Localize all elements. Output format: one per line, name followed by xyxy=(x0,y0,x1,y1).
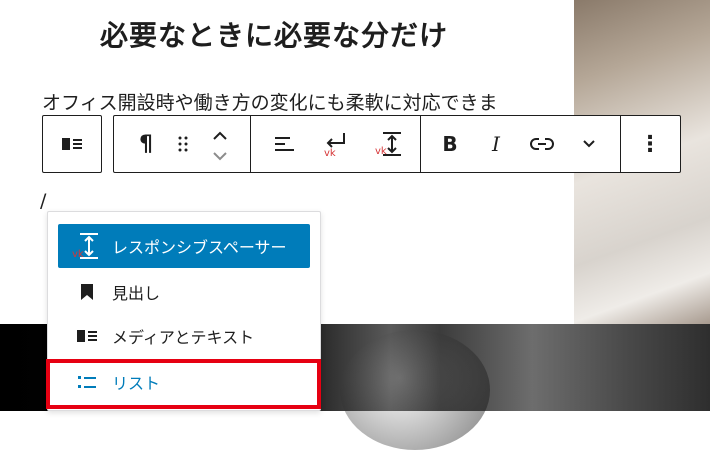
svg-text:vk: vk xyxy=(375,146,387,157)
line-break-icon[interactable]: vk xyxy=(314,116,358,172)
menu-item-label: 見出し xyxy=(112,284,161,303)
media-text-icon[interactable] xyxy=(43,116,101,172)
svg-text:vk: vk xyxy=(72,249,84,260)
paragraph-block[interactable]: オフィス開設時や働き方の変化にも柔軟に対応できま xyxy=(42,88,498,115)
chevron-down-icon[interactable] xyxy=(570,116,608,172)
menu-item-media-text[interactable]: メディアとテキスト xyxy=(58,314,310,358)
menu-item-label: レスポンシブスペーサー xyxy=(112,238,287,257)
spacer-icon[interactable]: vk xyxy=(368,116,412,172)
menu-item-label: メディアとテキスト xyxy=(112,328,255,347)
drag-handle-icon[interactable] xyxy=(168,116,198,172)
highlight-annotation xyxy=(46,359,321,409)
bold-icon[interactable]: B xyxy=(432,116,468,172)
link-icon[interactable] xyxy=(522,116,562,172)
more-options-icon[interactable]: ⋮ xyxy=(630,116,670,172)
menu-item-responsive-spacer[interactable]: vk レスポンシブスペーサー xyxy=(58,224,310,268)
toolbar-separator xyxy=(250,116,251,172)
align-left-icon[interactable] xyxy=(264,116,304,172)
responsive-spacer-icon: vk xyxy=(72,232,102,260)
block-toolbar: ¶ vk vk B I ⋮ xyxy=(113,115,681,173)
move-down-icon[interactable] xyxy=(202,144,238,168)
block-type-toolbar xyxy=(42,115,102,173)
media-text-icon xyxy=(72,322,102,350)
heading-block[interactable]: 必要なときに必要な分だけ xyxy=(100,14,448,54)
italic-icon[interactable]: I xyxy=(478,116,514,172)
bookmark-icon xyxy=(72,278,102,306)
slash-input[interactable]: / xyxy=(40,190,46,212)
paragraph-icon[interactable]: ¶ xyxy=(126,116,166,172)
toolbar-separator xyxy=(620,116,621,172)
svg-text:vk: vk xyxy=(324,148,336,157)
menu-item-heading[interactable]: 見出し xyxy=(58,270,310,314)
toolbar-separator xyxy=(420,116,421,172)
